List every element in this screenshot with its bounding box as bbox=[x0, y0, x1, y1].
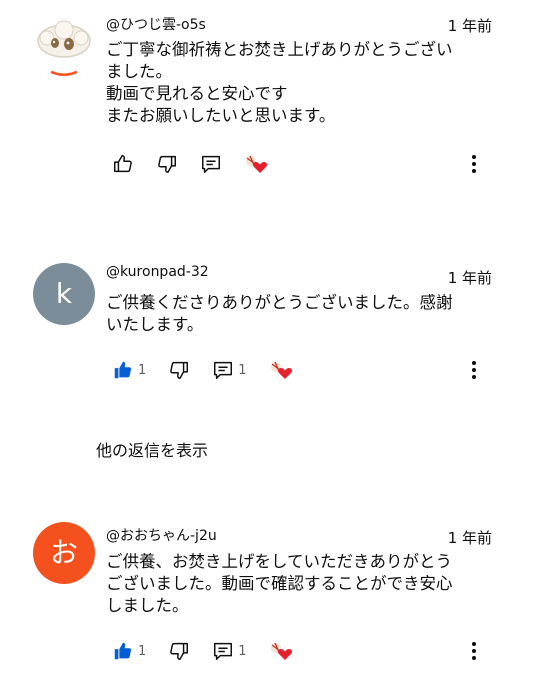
creator-heart-icon bbox=[270, 361, 292, 379]
like-button[interactable]: 1 bbox=[112, 637, 146, 665]
reply-comment-icon bbox=[202, 155, 220, 173]
reply-button[interactable]: 1 bbox=[212, 637, 247, 665]
more-dot bbox=[472, 649, 476, 653]
more-dot bbox=[472, 155, 476, 159]
more-options-button[interactable] bbox=[470, 637, 478, 665]
comment-actions: 1 1 bbox=[112, 637, 317, 665]
thumbs-down-icon bbox=[170, 361, 189, 379]
more-dot bbox=[472, 375, 476, 379]
reply-comment-icon bbox=[214, 642, 233, 660]
dislike-button[interactable] bbox=[156, 150, 178, 178]
like-count: 1 bbox=[138, 643, 147, 659]
avatar-letter: k bbox=[55, 277, 73, 310]
like-button[interactable]: 1 bbox=[112, 356, 146, 384]
more-dot bbox=[472, 368, 476, 372]
like-button[interactable] bbox=[112, 150, 134, 178]
comment-author[interactable]: @kuronpad-32 bbox=[106, 264, 209, 280]
comment-time[interactable]: 1 年前 bbox=[448, 267, 492, 288]
dislike-button[interactable] bbox=[168, 637, 190, 665]
more-dot bbox=[472, 169, 476, 173]
comment-text: ご供養、お焚き上げをしていただきありがとう ございました。動画で確認することがで… bbox=[106, 552, 453, 615]
reply-comment-icon bbox=[214, 361, 233, 379]
more-dot bbox=[472, 656, 476, 660]
creator-heart-icon bbox=[246, 155, 268, 173]
comment-text: ご供養くださりありがとうございました。感謝 いたします。 bbox=[106, 293, 453, 334]
reply-button[interactable] bbox=[200, 150, 222, 178]
sheep-cloud-avatar-icon bbox=[37, 20, 91, 76]
thumbs-up-filled-icon bbox=[114, 361, 132, 379]
reply-count: 1 bbox=[238, 643, 247, 659]
more-options-button[interactable] bbox=[470, 150, 478, 178]
like-count: 1 bbox=[138, 362, 147, 378]
comment-actions bbox=[112, 150, 292, 178]
avatar[interactable]: お bbox=[33, 522, 95, 584]
comment-text: ご丁寧な御祈祷とお焚き上げありがとうござい ました。 動画で見れると安心です ま… bbox=[106, 40, 453, 125]
avatar[interactable]: k bbox=[33, 263, 95, 325]
show-more-replies-link[interactable]: 他の返信を表示 bbox=[96, 437, 208, 461]
avatar[interactable] bbox=[33, 14, 95, 76]
thumbs-up-filled-icon bbox=[114, 642, 132, 660]
thumbs-up-icon bbox=[114, 155, 132, 173]
reply-button[interactable]: 1 bbox=[212, 356, 247, 384]
more-options-button[interactable] bbox=[470, 356, 478, 384]
comment-time[interactable]: 1 年前 bbox=[448, 527, 492, 548]
more-dot bbox=[472, 361, 476, 365]
creator-heart bbox=[244, 150, 270, 178]
comment-time[interactable]: 1 年前 bbox=[448, 15, 492, 36]
more-dot bbox=[472, 162, 476, 166]
comment-author[interactable]: @おおちゃん-j2u bbox=[106, 525, 217, 545]
dislike-button[interactable] bbox=[168, 356, 190, 384]
avatar-letter: お bbox=[49, 536, 78, 569]
reply-count: 1 bbox=[238, 362, 247, 378]
thumbs-down-icon bbox=[158, 155, 176, 173]
creator-heart bbox=[269, 637, 295, 665]
comment-actions: 1 1 bbox=[112, 356, 317, 384]
comment-author[interactable]: @ひつじ雲-o5s bbox=[106, 14, 206, 34]
creator-heart-icon bbox=[270, 642, 292, 660]
more-dot bbox=[472, 642, 476, 646]
creator-heart bbox=[269, 356, 295, 384]
thumbs-down-icon bbox=[170, 642, 189, 660]
